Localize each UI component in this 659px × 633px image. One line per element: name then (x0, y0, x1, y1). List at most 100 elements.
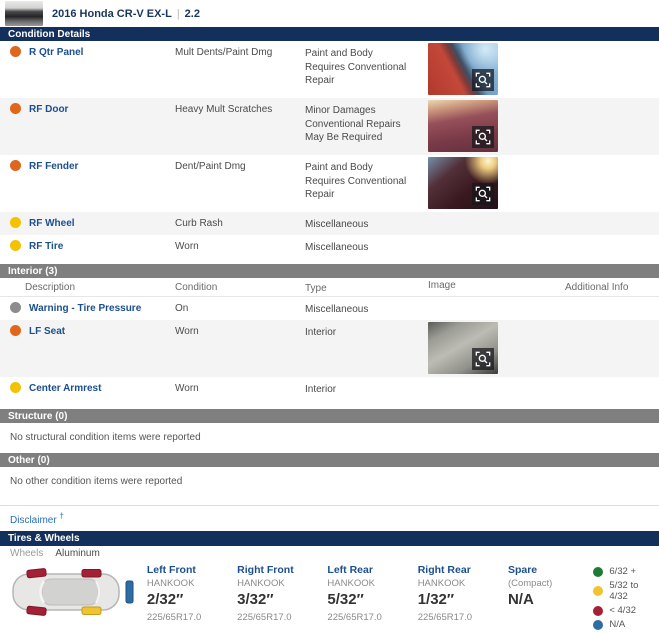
tire-col-right-rear: Right Rear HANKOOK 1/32″ 225/65R17.0 (418, 564, 508, 624)
damage-photo-door[interactable] (428, 100, 498, 152)
additional-info-cell (565, 297, 659, 303)
wheel-left-rear (82, 607, 101, 615)
condition-row: RF Door Heavy Mult Scratches Minor Damag… (0, 98, 659, 155)
column-header-description: Description (0, 278, 175, 293)
severity-dot-orange (10, 103, 21, 114)
damage-photo-quarter-panel[interactable] (428, 43, 498, 95)
wheel-spare (126, 581, 133, 603)
tire-position-label: Spare (508, 564, 585, 577)
column-header-type: Type (305, 278, 428, 296)
condition-row: RF Fender Dent/Paint Dmg Paint and Body … (0, 155, 659, 212)
condition-row: RF Wheel Curb Rash Miscellaneous (0, 212, 659, 235)
section-title: Other (0) (8, 455, 50, 466)
tires-body: Left Front HANKOOK 2/32″ 225/65R17.0 Rig… (0, 561, 659, 633)
additional-info-cell (565, 212, 659, 218)
severity-dot-yellow (10, 240, 21, 251)
tire-col-left-rear: Left Rear HANKOOK 5/32″ 225/65R17.0 (327, 564, 417, 624)
condition-item-link[interactable]: RF Door (29, 104, 68, 116)
section-header-structure: Structure (0) (0, 409, 659, 423)
section-title: Interior (3) (8, 266, 57, 277)
magnify-icon[interactable] (472, 348, 494, 370)
title-separator: | (177, 8, 180, 20)
legend-item: N/A (593, 619, 659, 630)
section-title: Tires & Wheels (8, 533, 80, 544)
repair-type-text: Paint and Body Requires Conventional Rep… (305, 155, 428, 202)
legend-dot-yellow (593, 586, 603, 596)
other-empty-message: No other condition items were reported (0, 467, 659, 497)
interior-item-link[interactable]: Warning - Tire Pressure (29, 303, 141, 315)
repair-type-text: Miscellaneous (305, 212, 428, 232)
legend-label: N/A (609, 619, 625, 630)
vehicle-header: 2016 Honda CR-V EX-L|2.2 (0, 0, 659, 27)
legend-label: 6/32 + (609, 566, 636, 577)
vehicle-thumbnail-photo[interactable] (5, 1, 43, 26)
repair-type-text: Miscellaneous (305, 235, 428, 255)
magnify-icon[interactable] (472, 69, 494, 91)
additional-info-cell (565, 155, 659, 161)
condition-text: Worn (175, 377, 305, 394)
legend-item: 6/32 + (593, 566, 659, 577)
tire-size: 225/65R17.0 (237, 612, 327, 624)
column-header-condition: Condition (175, 278, 305, 293)
tire-brand: HANKOOK (237, 578, 327, 590)
additional-info-cell (565, 41, 659, 47)
interior-item-link[interactable]: Center Armrest (29, 383, 101, 395)
damage-photo-fender[interactable] (428, 157, 498, 209)
legend-item: 5/32 to 4/32 (593, 580, 659, 602)
condition-text: Mult Dents/Paint Dmg (175, 41, 305, 58)
tire-size: 225/65R17.0 (418, 612, 508, 624)
tread-depth-legend: 6/32 + 5/32 to 4/32 < 4/32 N/A (593, 564, 659, 633)
legend-item: < 4/32 (593, 605, 659, 616)
legend-label: 5/32 to 4/32 (609, 580, 659, 602)
column-header-additional-info: Additional Info (565, 278, 659, 293)
type-text: Interior (305, 320, 428, 340)
repair-type-text: Minor Damages Conventional Repairs May B… (305, 98, 428, 145)
condition-item-link[interactable]: RF Wheel (29, 218, 75, 230)
magnify-icon[interactable] (472, 126, 494, 148)
interior-item-link[interactable]: LF Seat (29, 326, 65, 338)
tire-col-right-front: Right Front HANKOOK 3/32″ 225/65R17.0 (237, 564, 327, 624)
tire-brand: HANKOOK (327, 578, 417, 590)
tire-tread-depth: 5/32″ (327, 591, 417, 610)
disclaimer-link[interactable]: Disclaimer † (10, 515, 64, 526)
magnify-icon[interactable] (472, 183, 494, 205)
severity-dot-orange (10, 46, 21, 57)
tire-brand: HANKOOK (418, 578, 508, 590)
interior-row: LF Seat Worn Interior (0, 320, 659, 377)
condition-text: Dent/Paint Dmg (175, 155, 305, 172)
additional-info-cell (565, 320, 659, 326)
condition-row: R Qtr Panel Mult Dents/Paint Dmg Paint a… (0, 41, 659, 98)
wheel-left-front (27, 606, 47, 615)
additional-info-cell (565, 235, 659, 241)
tire-size: 225/65R17.0 (327, 612, 417, 624)
condition-item-link[interactable]: R Qtr Panel (29, 47, 83, 59)
section-header-interior: Interior (3) (0, 264, 659, 278)
section-title: Condition Details (8, 29, 90, 40)
disclaimer-superscript: † (59, 512, 63, 521)
type-text: Miscellaneous (305, 297, 428, 317)
condition-text: Curb Rash (175, 212, 305, 229)
type-text: Interior (305, 377, 428, 397)
wheels-label: Wheels (10, 548, 43, 559)
tire-brand: (Compact) (508, 578, 585, 590)
condition-text: On (175, 297, 305, 314)
tire-col-left-front: Left Front HANKOOK 2/32″ 225/65R17.0 (147, 564, 237, 624)
car-top-view-diagram (10, 568, 142, 616)
legend-label: < 4/32 (609, 605, 636, 616)
condition-text: Worn (175, 320, 305, 337)
condition-item-link[interactable]: RF Tire (29, 241, 63, 253)
interior-column-headers: Description Condition Type Image Additio… (0, 278, 659, 297)
vehicle-title-wrap: 2016 Honda CR-V EX-L|2.2 (52, 8, 200, 20)
tire-diagram-wrap (0, 564, 147, 619)
condition-item-link[interactable]: RF Fender (29, 161, 78, 173)
additional-info-cell (565, 98, 659, 104)
legend-dot-red (593, 606, 603, 616)
condition-grade: 2.2 (185, 8, 200, 20)
severity-dot-orange (10, 160, 21, 171)
interior-photo-seat[interactable] (428, 322, 498, 374)
condition-row: RF Tire Worn Miscellaneous (0, 235, 659, 258)
tire-size: 225/65R17.0 (147, 612, 237, 624)
tire-position-label: Right Front (237, 564, 327, 577)
interior-row: Warning - Tire Pressure On Miscellaneous (0, 297, 659, 320)
wheel-right-front (27, 569, 47, 578)
